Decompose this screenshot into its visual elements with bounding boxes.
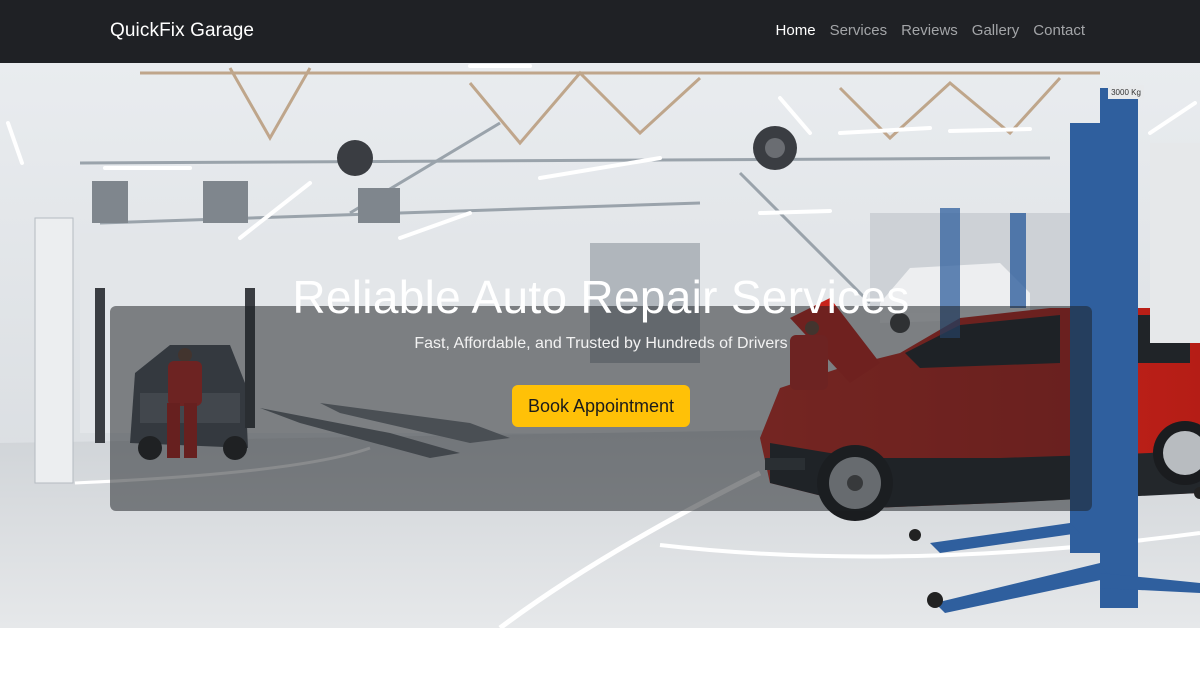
page-body-below-hero bbox=[0, 628, 1200, 675]
nav-links: Home Services Reviews Gallery Contact bbox=[776, 22, 1085, 39]
brand-logo-link[interactable]: QuickFix Garage bbox=[110, 20, 254, 42]
hero-subtitle: Fast, Affordable, and Trusted by Hundred… bbox=[414, 335, 788, 352]
lift-capacity-label: 3000 Kg bbox=[1111, 88, 1141, 97]
nav-link-reviews[interactable]: Reviews bbox=[901, 22, 958, 39]
hero-title: Reliable Auto Repair Services bbox=[292, 271, 910, 323]
nav-link-services[interactable]: Services bbox=[830, 22, 888, 39]
nav-link-gallery[interactable]: Gallery bbox=[972, 22, 1020, 39]
nav-link-home[interactable]: Home bbox=[776, 22, 816, 39]
top-navbar: QuickFix Garage Home Services Reviews Ga… bbox=[0, 0, 1200, 63]
nav-link-contact[interactable]: Contact bbox=[1033, 22, 1085, 39]
book-appointment-button[interactable]: Book Appointment bbox=[512, 385, 690, 427]
